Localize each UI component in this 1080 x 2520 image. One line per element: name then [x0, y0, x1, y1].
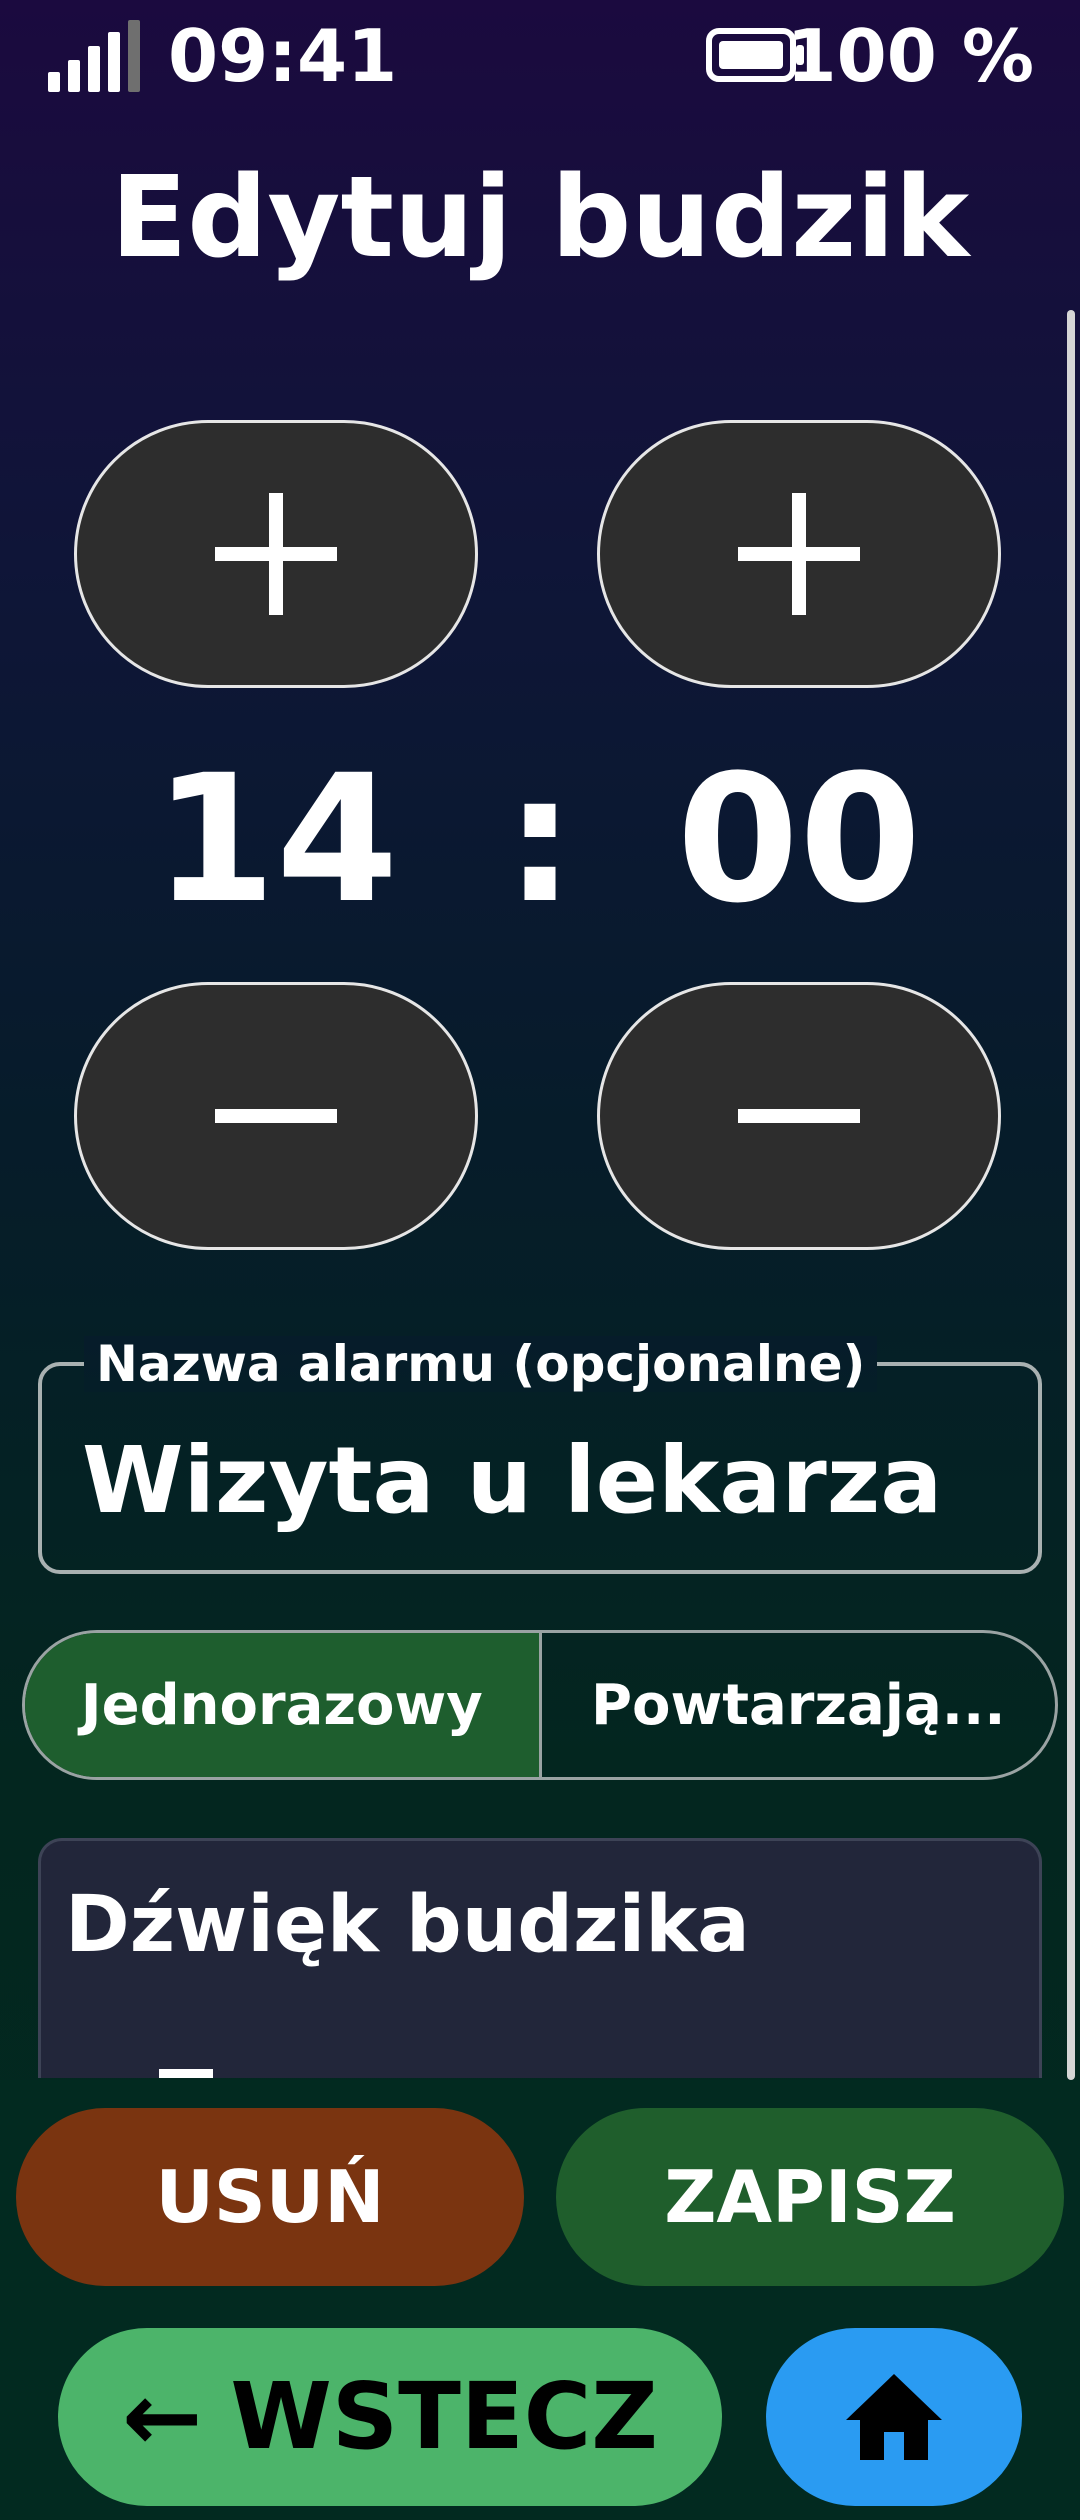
- bottom-action-panel: USUŃ ZAPISZ ← WSTECZ: [0, 2080, 1080, 2520]
- plus-icon: [738, 493, 860, 615]
- battery-level: 100 %: [786, 14, 1035, 98]
- delete-button[interactable]: USUŃ: [16, 2108, 524, 2286]
- segment-repeating[interactable]: Powtarzają...: [542, 1633, 1056, 1777]
- hour-decrement-button[interactable]: [74, 982, 478, 1250]
- save-button[interactable]: ZAPISZ: [556, 2108, 1064, 2286]
- scrollbar[interactable]: [1067, 310, 1075, 2080]
- sound-content-peek: [159, 2069, 213, 2078]
- status-time: 09:41: [168, 14, 398, 98]
- signal-icon: [48, 20, 140, 92]
- minute-value: 00: [676, 737, 922, 942]
- page-title: Edytuj budzik: [110, 153, 970, 283]
- alarm-sound-card[interactable]: Dźwięk budzika: [38, 1838, 1042, 2078]
- segment-one-time[interactable]: Jednorazowy: [25, 1633, 542, 1777]
- hour-increment-button[interactable]: [74, 420, 478, 688]
- minus-icon: [738, 1109, 860, 1123]
- back-button[interactable]: ← WSTECZ: [58, 2328, 722, 2506]
- alarm-name-input[interactable]: Wizyta u lekarza: [82, 1426, 942, 1536]
- arrow-left-icon: ←: [121, 2361, 203, 2473]
- minute-decrement-button[interactable]: [597, 982, 1001, 1250]
- minute-increment-button[interactable]: [597, 420, 1001, 688]
- back-button-label: WSTECZ: [230, 2363, 658, 2470]
- repeat-mode-toggle: Jednorazowy Powtarzają...: [22, 1630, 1058, 1780]
- home-icon: [846, 2374, 942, 2460]
- hour-value: 14: [153, 737, 399, 942]
- status-bar: 09:41 100 %: [0, 0, 1080, 110]
- plus-icon: [215, 493, 337, 615]
- minus-icon: [215, 1109, 337, 1123]
- home-button[interactable]: [766, 2328, 1022, 2506]
- alarm-name-field[interactable]: Nazwa alarmu (opcjonalne) Wizyta u lekar…: [38, 1336, 1042, 1574]
- alarm-sound-title: Dźwięk budzika: [65, 1880, 750, 1970]
- alarm-name-label: Nazwa alarmu (opcjonalne): [84, 1336, 878, 1392]
- time-separator: :: [504, 737, 576, 942]
